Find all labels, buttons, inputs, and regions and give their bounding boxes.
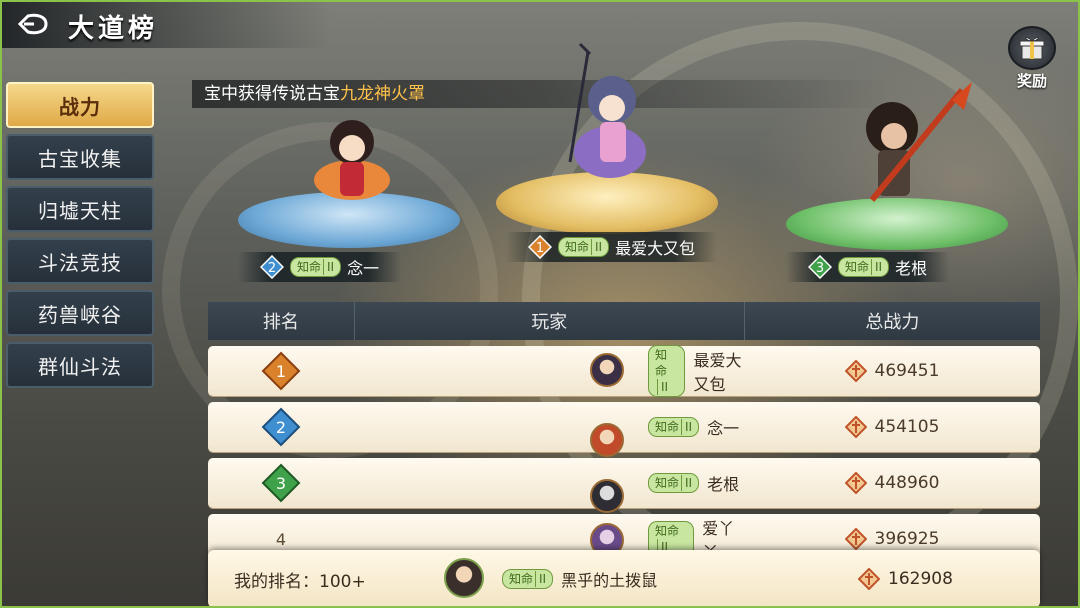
header-rank: 排名 xyxy=(262,312,299,333)
rank-cell: 2 xyxy=(208,407,354,447)
podium-nameplate-3: 3 知命 II 老根 xyxy=(786,252,950,282)
power-value: 396925 xyxy=(874,529,940,549)
svg-text:3: 3 xyxy=(816,261,824,276)
realm-tag: 知命II xyxy=(648,473,700,493)
tab-combat-power[interactable]: 战力 xyxy=(6,82,154,128)
combat-power-icon xyxy=(858,568,880,590)
avatar[interactable] xyxy=(444,558,484,598)
my-rank-label: 我的排名：100+ xyxy=(234,571,366,592)
header-power: 总战力 xyxy=(865,312,920,333)
rank-cell: 4 xyxy=(208,530,354,549)
combat-power-icon xyxy=(844,360,867,382)
player-cell: 知命 II 老根 xyxy=(354,471,744,513)
realm-tag: 知命II xyxy=(838,257,890,277)
realm-tag: 知命II xyxy=(502,569,554,589)
combat-power-icon xyxy=(844,416,867,438)
podium-player-name-1: 最爱大又包 xyxy=(615,239,696,258)
rank-cell: 3 xyxy=(208,463,354,503)
sidebar: 战力 古宝收集 归墟天柱 斗法竞技 药兽峡谷 群仙斗法 xyxy=(6,82,156,394)
ranking-table-header: 排名 玩家 总战力 xyxy=(208,302,1040,340)
power-value: 448960 xyxy=(874,473,940,493)
rank-badge-2-icon: 2 xyxy=(261,407,301,447)
rank-badge-1-icon: 1 xyxy=(528,235,552,259)
player-name: 黑乎的土拨鼠 xyxy=(561,571,658,590)
power-cell: 396925 xyxy=(744,528,1040,550)
header-player: 玩家 xyxy=(353,302,745,340)
table-row[interactable]: 2 知命 II 念一 454105 xyxy=(208,402,1040,457)
rank-badge-2-icon: 2 xyxy=(260,255,284,279)
reward-label: 奖励 xyxy=(1016,72,1047,90)
svg-text:1: 1 xyxy=(276,362,286,381)
power-cell: 454105 xyxy=(744,416,1040,438)
avatar[interactable] xyxy=(590,353,624,387)
player-cell: 知命II 最爱大又包 xyxy=(354,345,744,397)
tab-ancient-treasure[interactable]: 古宝收集 xyxy=(6,134,154,180)
rank-cell: 1 xyxy=(208,351,354,391)
podium-player-name-3: 老根 xyxy=(895,259,928,278)
avatar[interactable] xyxy=(590,479,624,513)
podium-nameplate-1: 1 知命 II 最爱大又包 xyxy=(506,232,718,262)
svg-text:1: 1 xyxy=(536,241,544,256)
power-cell: 469451 xyxy=(744,360,1040,382)
player-name: 老根 xyxy=(707,475,740,494)
leaderboard-screen: 大道榜 奖励 战力 古宝收集 归墟天柱 斗法竞技 药兽峡谷 群仙斗法 宝中获得传… xyxy=(0,0,1080,608)
reward-button[interactable]: 奖励 xyxy=(1002,26,1062,92)
podium-player-name-2: 念一 xyxy=(347,259,380,278)
character-sprite-1[interactable] xyxy=(550,42,670,192)
character-sprite-3[interactable] xyxy=(832,80,982,220)
banner-item: 九龙神火罩 xyxy=(340,84,425,104)
character-sprite-2[interactable] xyxy=(292,110,412,210)
table-row[interactable]: 1 知命II 最爱大又包 469451 xyxy=(208,345,1040,397)
my-rank-bar[interactable]: 我的排名：100+ 知命 II 黑乎的土拨鼠 162908 xyxy=(208,550,1040,606)
tab-beast-valley[interactable]: 药兽峡谷 xyxy=(6,290,154,336)
rank-badge-3-icon: 3 xyxy=(261,463,301,503)
header: 大道榜 xyxy=(2,2,332,48)
power-cell: 448960 xyxy=(744,472,1040,494)
svg-text:3: 3 xyxy=(276,474,286,493)
back-arrow-icon[interactable] xyxy=(14,10,52,38)
combat-power-icon xyxy=(844,528,867,550)
power-value: 469451 xyxy=(874,361,940,381)
my-player-info: 知命 II 黑乎的土拨鼠 xyxy=(502,567,657,591)
page-title: 大道榜 xyxy=(68,14,159,44)
my-power-cell: 162908 xyxy=(858,568,953,590)
realm-tag: 知命II xyxy=(648,345,686,397)
player-cell: 知命 II 念一 xyxy=(354,415,744,457)
rank-badge-3-icon: 3 xyxy=(808,255,832,279)
podium-nameplate-2: 2 知命 II 念一 xyxy=(238,252,402,282)
gift-icon xyxy=(1008,26,1056,70)
svg-text:2: 2 xyxy=(276,418,286,437)
rank-badge-1-icon: 1 xyxy=(261,351,301,391)
avatar[interactable] xyxy=(590,423,624,457)
realm-tag: 知命II xyxy=(648,417,700,437)
rank-number: 4 xyxy=(275,529,287,549)
table-row[interactable]: 3 知命 II 老根 448960 xyxy=(208,458,1040,513)
combat-power-icon xyxy=(844,472,867,494)
player-name: 念一 xyxy=(707,419,740,438)
power-value: 162908 xyxy=(888,569,953,589)
banner-text: 宝中获得传说古宝 xyxy=(204,84,340,104)
tab-duel-arena[interactable]: 斗法竞技 xyxy=(6,238,154,284)
tab-immortal-battle[interactable]: 群仙斗法 xyxy=(6,342,154,388)
announcement-banner: 宝中获得传说古宝九龙神火罩 xyxy=(192,80,892,108)
tab-guixu-pillar[interactable]: 归墟天柱 xyxy=(6,186,154,232)
player-name: 最爱大又包 xyxy=(693,351,742,394)
svg-text:2: 2 xyxy=(268,261,276,276)
realm-tag: 知命II xyxy=(290,257,342,277)
realm-tag: 知命II xyxy=(558,237,610,257)
power-value: 454105 xyxy=(874,417,940,437)
